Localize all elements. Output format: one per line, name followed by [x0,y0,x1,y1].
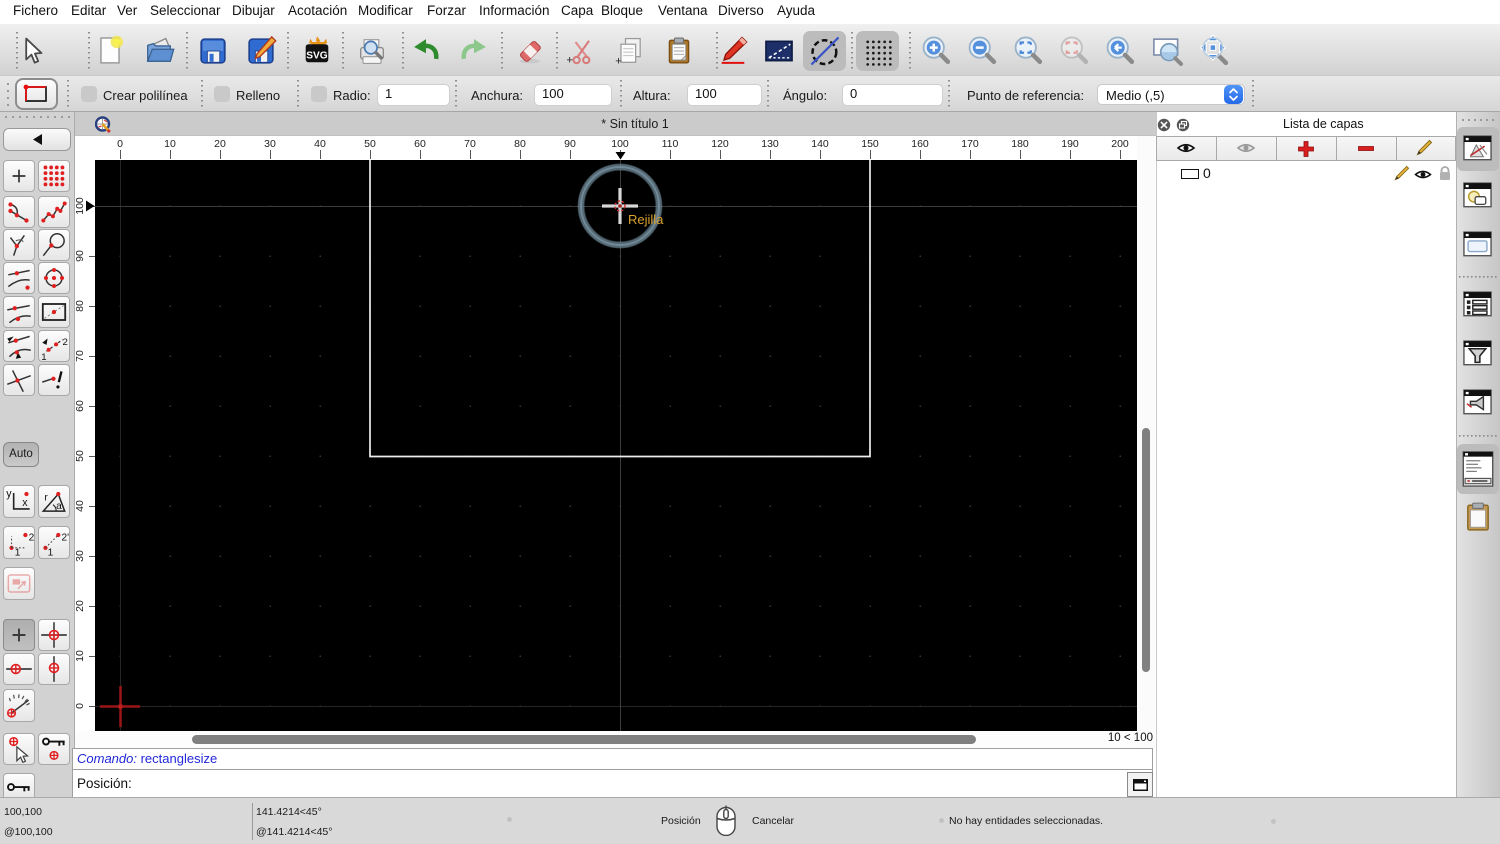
svg-text:40: 40 [75,500,86,512]
svg-text:120: 120 [711,138,729,150]
svg-text:180: 180 [1011,138,1029,150]
svg-text:190: 190 [1061,138,1079,150]
svg-text:10: 10 [164,138,176,150]
svg-text:20: 20 [214,138,226,150]
svg-text:10: 10 [75,650,86,662]
svg-text:50: 50 [75,450,86,462]
svg-text:2: 2 [29,532,35,543]
svg-text:80: 80 [75,300,86,312]
svg-text:r: r [44,492,48,503]
svg-text:30: 30 [264,138,276,150]
svg-text:2: 2 [63,337,68,348]
svg-text:160: 160 [911,138,929,150]
svg-text:50: 50 [364,138,376,150]
svg-text:60: 60 [75,400,86,412]
svg-text:90: 90 [564,138,576,150]
svg-text:0: 0 [117,138,123,150]
svg-text:100: 100 [75,197,86,215]
svg-text:110: 110 [662,138,679,150]
svg-text:70: 70 [75,350,86,362]
svg-text:150: 150 [861,138,879,150]
svg-text:90: 90 [75,250,86,262]
svg-text:140: 140 [811,138,829,150]
svg-text:200: 200 [1111,138,1129,150]
svg-text:70: 70 [464,138,476,150]
svg-text:Rejilla: Rejilla [628,212,664,227]
svg-text:80: 80 [514,138,526,150]
svg-text:20: 20 [75,600,86,612]
svg-text:100: 100 [611,138,629,150]
svg-text:0: 0 [75,703,86,709]
svg-text:30: 30 [75,550,86,562]
svg-text:40: 40 [314,138,326,150]
svg-text:2': 2' [61,532,69,543]
svg-text:170: 170 [961,138,979,150]
svg-text:x: x [22,497,28,509]
svg-text:y: y [6,488,12,500]
svg-text:130: 130 [761,138,779,150]
svg-text:1: 1 [15,547,21,558]
svg-text:+: + [566,54,573,66]
svg-text:60: 60 [414,138,426,150]
svg-text:1: 1 [48,547,54,558]
svg-text:1: 1 [41,352,46,362]
svg-text:+: + [615,56,622,67]
svg-text:SVG: SVG [306,50,328,61]
svg-text:a: a [56,501,62,512]
